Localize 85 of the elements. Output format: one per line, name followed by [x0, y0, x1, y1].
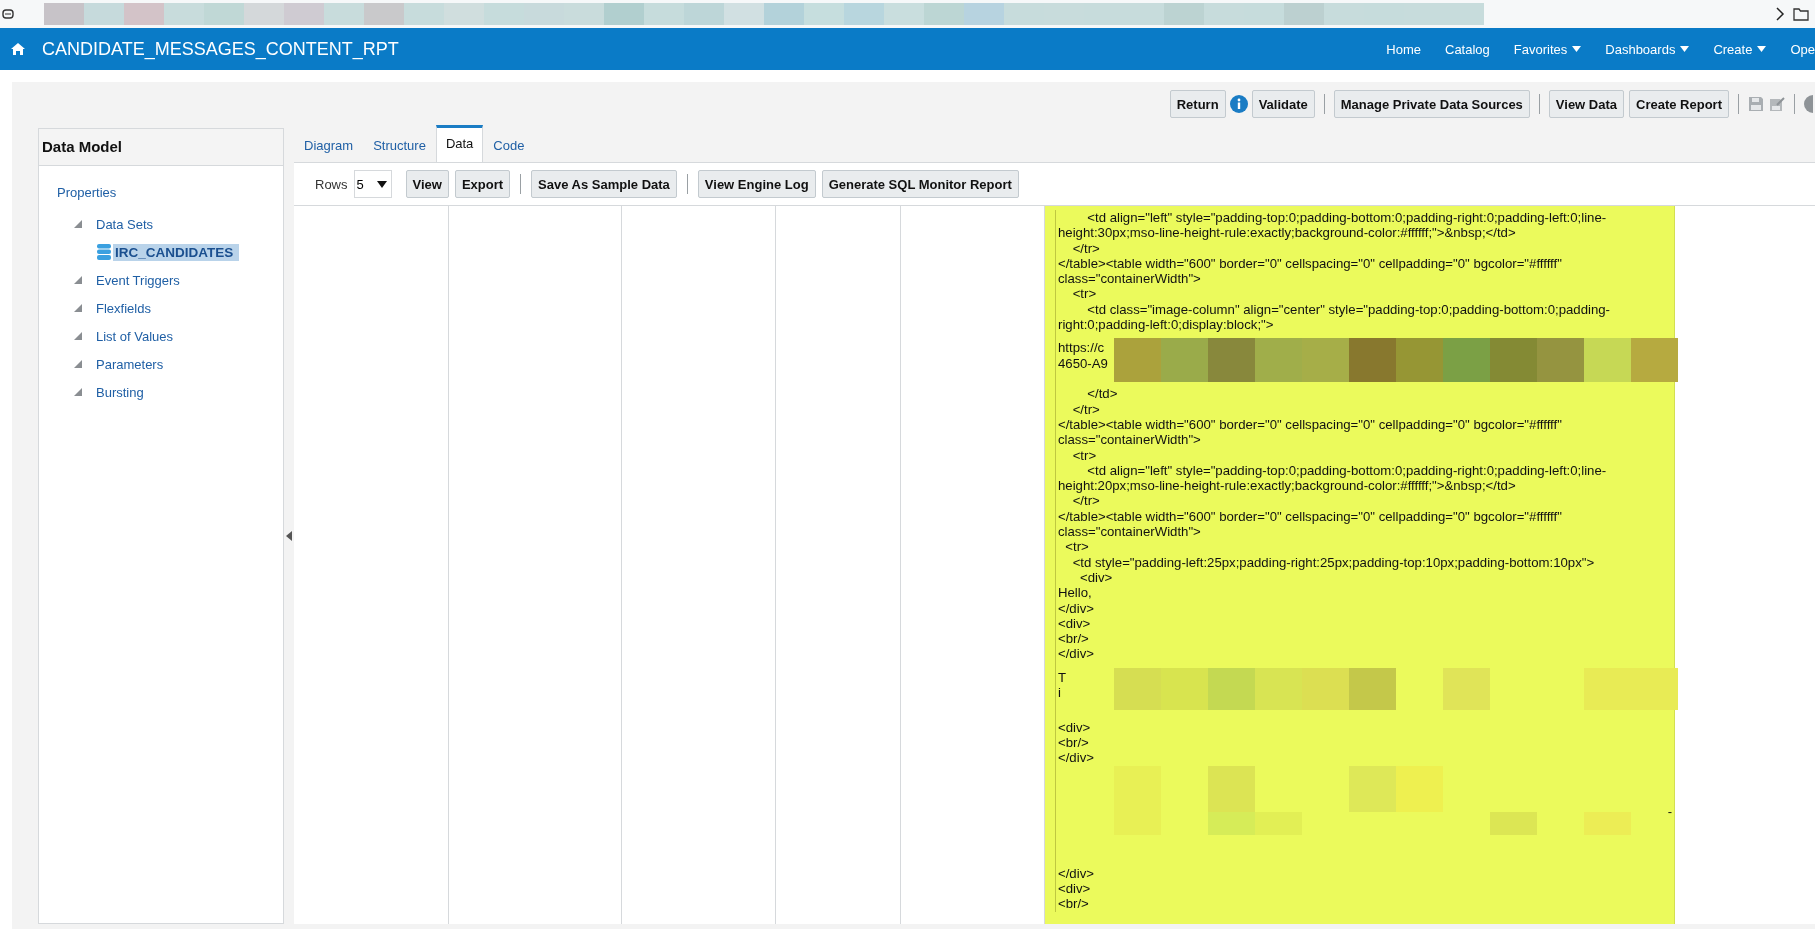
expander-icon[interactable]	[73, 303, 83, 313]
code-line: <div>	[1078, 569, 1113, 586]
code-line: height:30px;mso-line-height-rule:exactly;background-color:#ffffff;">&nbsp;</td>	[1058, 225, 1517, 241]
info-icon[interactable]	[1229, 95, 1248, 113]
code-text: -	[1667, 803, 1672, 819]
rows-label: Rows	[315, 176, 348, 192]
code-line: </table><table width="600" border="0" cellspacing="0" cellpadding="0" bgcolor="#ffffff"	[1058, 416, 1563, 433]
tab[interactable]: Structure	[363, 127, 436, 162]
toolbar-button[interactable]: View	[405, 170, 449, 198]
code-line: </div>	[1058, 600, 1095, 616]
tree-item[interactable]: Flexfields	[94, 299, 153, 317]
tree-item[interactable]: Data Sets	[94, 215, 156, 233]
tree-item[interactable]: List of Values	[94, 327, 176, 345]
code-line: <div>	[1058, 880, 1092, 897]
code-line: <td align="left" style="padding-top:0;padding-bottom:0;padding-right:0;padding-left:0;line-	[1086, 462, 1608, 479]
panel-title: Data Model	[39, 129, 283, 166]
toolbar-button[interactable]: Create Report	[1629, 90, 1729, 118]
code-line: </div>	[1058, 646, 1095, 662]
code-line: <tr>	[1064, 539, 1090, 555]
code-line: </table><table width="600" border="0" cellspacing="0" cellpadding="0" bgcolor="#ffffff"	[1058, 508, 1563, 525]
nav-link[interactable]: Favorites	[1513, 41, 1582, 57]
code-line: class="containerWidth">	[1058, 271, 1202, 287]
nav-link[interactable]: Catalog	[1445, 41, 1490, 57]
caret-icon[interactable]	[376, 180, 387, 188]
rows-select[interactable]: 5	[353, 170, 392, 198]
folder-icon[interactable]	[1793, 7, 1809, 21]
tree-item[interactable]: Parameters	[94, 355, 166, 373]
code-line: https://c	[1058, 340, 1106, 356]
tab[interactable]: Code	[483, 127, 535, 162]
tab[interactable]: Diagram	[294, 127, 364, 162]
collapse-handle-icon[interactable]	[286, 530, 292, 541]
code-line: </tr>	[1071, 240, 1101, 256]
tree-item[interactable]: Event Triggers	[94, 271, 182, 289]
toolbar-button[interactable]: View Engine Log	[697, 170, 816, 198]
code-line: <td align="left" style="padding-top:0;padding-bottom:0;padding-right:0;padding-left:0;line-	[1086, 210, 1608, 226]
expander-icon[interactable]	[73, 359, 83, 369]
code-line: </tr>	[1071, 493, 1101, 509]
nav-link[interactable]: Home	[1386, 41, 1421, 57]
toolbar-button[interactable]: Manage Private Data Sources	[1333, 90, 1530, 118]
code-line: height:20px;mso-line-height-rule:exactly;background-color:#ffffff;">&nbsp;</td>	[1058, 478, 1517, 494]
report-title: CANDIDATE_MESSAGES_CONTENT_RPT	[42, 38, 399, 60]
code-line: <tr>	[1071, 286, 1098, 302]
tree-item[interactable]: Properties	[55, 184, 119, 201]
code-line: <tr>	[1071, 447, 1098, 463]
code-line: Hello,	[1058, 585, 1093, 601]
tab-icon[interactable]	[2, 8, 14, 20]
code-line: <br/>	[1058, 896, 1090, 912]
nav-link[interactable]: Dashboards	[1605, 41, 1690, 57]
code-line: right:0;padding-left:0;display:block;">	[1058, 317, 1275, 333]
help-icon[interactable]	[1804, 95, 1815, 113]
code-line: </table><table width="600" border="0" cellspacing="0" cellpadding="0" bgcolor="#ffffff"	[1058, 255, 1563, 272]
chevron-icon[interactable]	[1775, 7, 1785, 21]
code-line: </div>	[1058, 865, 1095, 881]
save-as-icon[interactable]	[1769, 96, 1785, 112]
code-line: class="containerWidth">	[1058, 524, 1202, 540]
code-line: i	[1058, 685, 1062, 701]
code-line: <td style="padding-left:25px;padding-right:25px;padding-top:10px;padding-bottom:10px">	[1071, 554, 1596, 570]
tree-item[interactable]: IRC_CANDIDATES	[113, 243, 240, 261]
code-line: </td>	[1086, 386, 1119, 402]
toolbar-button[interactable]: Validate	[1251, 90, 1315, 118]
toolbar-button[interactable]: Return	[1169, 90, 1226, 118]
code-line: </div>	[1058, 750, 1095, 766]
tab[interactable]: Data	[435, 125, 484, 162]
code-line: T	[1058, 669, 1068, 685]
toolbar-button[interactable]: View Data	[1548, 90, 1625, 118]
code-line: <div>	[1058, 719, 1092, 735]
code-line: class="containerWidth">	[1058, 432, 1202, 448]
code-line: <br/>	[1058, 631, 1090, 647]
code-line: </tr>	[1071, 401, 1101, 417]
code-line: 4650-A9	[1058, 355, 1109, 371]
expander-icon[interactable]	[73, 331, 83, 341]
toolbar-button[interactable]: Export	[454, 170, 511, 198]
expander-icon[interactable]	[73, 219, 83, 229]
tree-item[interactable]: Bursting	[94, 383, 146, 401]
expander-icon[interactable]	[73, 387, 83, 397]
code-line: <td class="image-column" align="center" style="padding-top:0;padding-bottom:0;padding-	[1086, 301, 1611, 318]
code-line: <br/>	[1058, 735, 1090, 751]
nav-link[interactable]: Create	[1713, 41, 1767, 57]
toolbar-button[interactable]: Generate SQL Monitor Report	[821, 170, 1019, 198]
home-icon[interactable]	[10, 42, 26, 56]
database-icon	[97, 244, 111, 260]
toolbar-button[interactable]: Save As Sample Data	[531, 170, 677, 198]
nav-link[interactable]: Ope	[1790, 41, 1815, 57]
expander-icon[interactable]	[73, 275, 83, 285]
code-line: <div>	[1058, 615, 1092, 632]
